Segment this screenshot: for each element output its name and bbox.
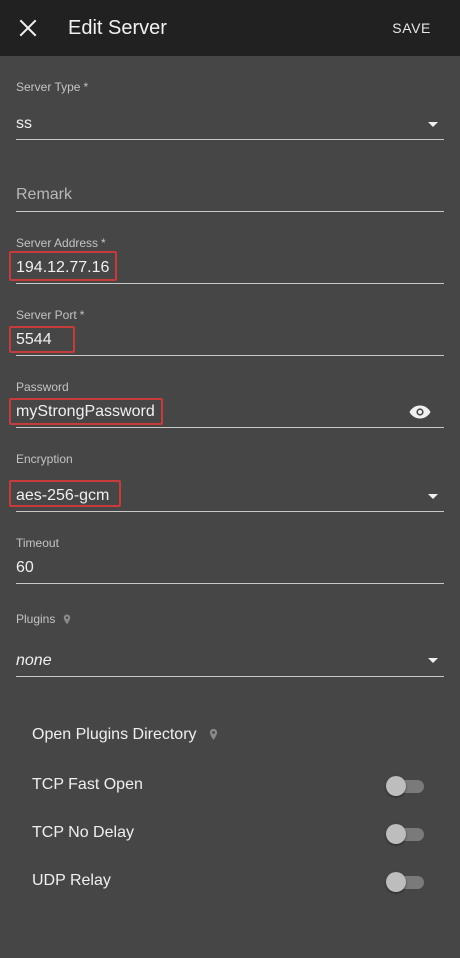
server-address-field[interactable]: Server Address * 194.12.77.16 [9,236,444,286]
password-field[interactable]: Password myStrongPassword [9,380,444,430]
dropdown-arrow-icon [428,122,438,127]
switch-thumb [386,824,406,844]
field-underline [16,427,444,428]
field-underline [16,355,444,356]
tcp-no-delay-label: TCP No Delay [32,824,134,841]
plugins-select[interactable]: Plugins none [16,612,444,678]
server-type-label: Server Type [16,80,81,94]
highlight-box [9,326,75,353]
tcp-fast-open-label: TCP Fast Open [32,776,143,793]
required-mark: * [79,308,85,322]
remark-field[interactable]: Remark [16,180,444,214]
server-type-select[interactable]: Server Type * ss [16,80,444,142]
field-underline [16,511,444,512]
server-port-label: Server Port [16,308,77,322]
timeout-field[interactable]: Timeout 60 [16,536,444,586]
server-type-value: ss [16,115,32,132]
server-port-field[interactable]: Server Port * 5544 [9,308,444,358]
open-plugins-directory-label: Open Plugins Directory [32,726,197,743]
field-underline [16,583,444,584]
field-underline [16,676,444,677]
close-button[interactable] [16,16,40,40]
field-underline [16,211,444,212]
encryption-select[interactable]: Encryption aes-256-gcm [9,452,444,514]
server-address-label: Server Address [16,236,99,250]
tcp-no-delay-switch[interactable] [386,823,426,845]
switch-thumb [386,872,406,892]
switch-thumb [386,776,406,796]
highlight-box [9,480,121,507]
timeout-label: Timeout [16,536,59,550]
field-underline [16,139,444,140]
highlight-box [9,251,117,281]
remark-placeholder: Remark [16,186,73,203]
password-label: Password [16,380,69,394]
encryption-label: Encryption [16,452,73,466]
map-pin-icon [63,614,71,625]
timeout-value: 60 [16,559,34,576]
plugins-label: Plugins [16,612,56,626]
save-button[interactable]: SAVE [392,19,431,37]
page-title: Edit Server [68,17,167,39]
udp-relay-switch[interactable] [386,871,426,893]
required-mark: * [101,236,106,250]
udp-relay-label: UDP Relay [32,872,111,889]
highlight-box [9,398,163,425]
visibility-toggle[interactable] [408,400,432,424]
tcp-fast-open-switch[interactable] [386,775,426,797]
map-pin-icon [209,728,218,740]
plugins-value: none [16,652,52,669]
dropdown-arrow-icon [428,494,438,499]
dropdown-arrow-icon [428,658,438,663]
field-underline [16,283,444,284]
required-mark: * [83,80,89,94]
close-icon [19,19,37,37]
app-bar: Edit Server SAVE [0,0,460,56]
visibility-icon [409,405,431,419]
